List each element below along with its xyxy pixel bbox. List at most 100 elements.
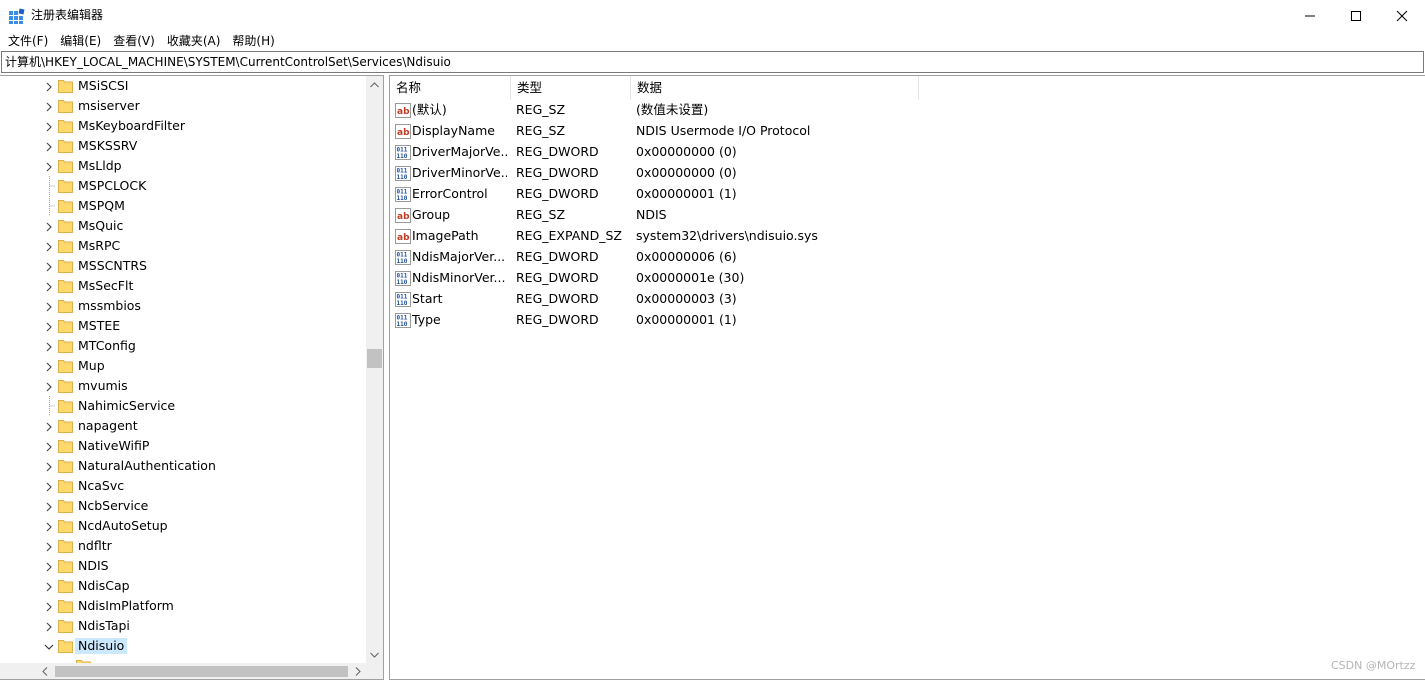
tree-item[interactable]: MsRPC [0,236,366,256]
folder-icon [58,459,73,473]
chevron-right-icon [355,667,361,676]
tree-item[interactable]: MSPQM [0,196,366,216]
tree-item[interactable]: MsQuic [0,216,366,236]
chevron-right-icon[interactable] [44,581,54,592]
tree-item[interactable]: NdisTapi [0,616,366,636]
chevron-right-icon[interactable] [44,141,54,152]
column-header-name[interactable]: 名称 [390,76,511,100]
chevron-right-icon[interactable] [44,501,54,512]
chevron-right-icon[interactable] [44,241,54,252]
value-row[interactable]: ab (默认) REG_SZ (数值未设置) [390,100,1290,121]
tree-item[interactable]: MSSCNTRS [0,256,366,276]
chevron-right-icon[interactable] [44,461,54,472]
tree-item[interactable]: NdisImPlatform [0,596,366,616]
chevron-right-icon[interactable] [44,421,54,432]
chevron-right-icon[interactable] [44,561,54,572]
tree-item-label: NaturalAuthentication [78,458,216,473]
folder-icon [58,339,73,353]
tree-item[interactable]: msiserver [0,96,366,116]
value-row[interactable]: ab ImagePath REG_EXPAND_SZ system32\drivers… [390,226,1290,247]
tree-item[interactable]: MTConfig [0,336,366,356]
value-row[interactable]: ab DisplayName REG_SZ NDIS Usermode I/O Pro… [390,121,1290,142]
tree-item[interactable]: mvumis [0,376,366,396]
tree-horizontal-scrollbar[interactable] [0,663,366,679]
tree-item[interactable]: NativeWifiP [0,436,366,456]
tree-item[interactable]: MsLldp [0,156,366,176]
value-data: 0x00000001 (1) [636,312,737,327]
chevron-right-icon[interactable] [44,161,54,172]
tree-item[interactable]: Mup [0,356,366,376]
chevron-right-icon[interactable] [44,221,54,232]
tree-item[interactable]: mssmbios [0,296,366,316]
chevron-right-icon[interactable] [44,541,54,552]
chevron-right-icon[interactable] [44,261,54,272]
tree-item[interactable]: MSKSSRV [0,136,366,156]
chevron-right-icon[interactable] [44,621,54,632]
tree-item[interactable]: MSPCLOCK [0,176,366,196]
chevron-right-icon[interactable] [44,281,54,292]
tree-item[interactable]: MSiSCSI [0,76,366,96]
menu-file[interactable]: 文件(F) [3,32,53,50]
value-row[interactable]: 011 110 Type REG_DWORD 0x00000001 (1) [390,310,1290,331]
menu-help[interactable]: 帮助(H) [227,32,279,50]
tree-item[interactable]: napagent [0,416,366,436]
maximize-button[interactable] [1333,0,1379,31]
scroll-down-button[interactable] [366,646,383,663]
close-button[interactable] [1379,0,1425,31]
chevron-right-icon[interactable] [44,481,54,492]
chevron-right-icon[interactable] [44,521,54,532]
value-type: REG_DWORD [516,312,599,327]
address-bar[interactable]: 计算机\HKEY_LOCAL_MACHINE\SYSTEM\CurrentCon… [1,51,1424,73]
minimize-button[interactable] [1287,0,1333,31]
tree-item[interactable]: NahimicService [0,396,366,416]
tree-item[interactable]: NDIS [0,556,366,576]
value-row[interactable]: ab Group REG_SZ NDIS [390,205,1290,226]
chevron-right-icon[interactable] [44,601,54,612]
menu-view[interactable]: 查看(V) [108,32,160,50]
value-row[interactable]: 011 110 ErrorControl REG_DWORD 0x00000001 (1… [390,184,1290,205]
chevron-right-icon[interactable] [44,301,54,312]
tree-item-label: NcdAutoSetup [78,518,168,533]
value-row[interactable]: 011 110 DriverMajorVe... REG_DWORD 0x0000000… [390,142,1290,163]
tree-item-label: MSSCNTRS [78,258,147,273]
scroll-up-button[interactable] [366,76,383,93]
tree-item[interactable]: Ndisuio [0,636,366,656]
tree-item[interactable]: MsSecFlt [0,276,366,296]
tree-item[interactable]: NcbService [0,496,366,516]
folder-icon [58,219,73,233]
string-value-icon: ab [395,124,411,139]
scroll-right-button[interactable] [349,663,366,679]
tree-item[interactable]: NaturalAuthentication [0,456,366,476]
column-header-type[interactable]: 类型 [511,76,631,100]
tree-item[interactable]: MsKeyboardFilter [0,116,366,136]
chevron-right-icon[interactable] [44,341,54,352]
tree-vertical-scrollbar[interactable] [366,76,383,663]
vertical-scroll-thumb[interactable] [367,349,382,368]
value-row[interactable]: 011 110 DriverMinorVe... REG_DWORD 0x0000000… [390,163,1290,184]
tree-item-label: MsKeyboardFilter [78,118,186,133]
chevron-right-icon[interactable] [44,81,54,92]
tree-item[interactable]: NcdAutoSetup [0,516,366,536]
scroll-left-button[interactable] [36,663,53,679]
horizontal-scroll-thumb[interactable] [55,666,348,677]
chevron-right-icon[interactable] [44,121,54,132]
chevron-right-icon[interactable] [44,381,54,392]
tree-item[interactable]: ndfltr [0,536,366,556]
chevron-right-icon[interactable] [44,441,54,452]
tree-item[interactable]: MSTEE [0,316,366,336]
tree-item[interactable]: NcaSvc [0,476,366,496]
chevron-right-icon[interactable] [44,321,54,332]
value-type: REG_SZ [516,207,566,222]
value-row[interactable]: 011 110 NdisMinorVer... REG_DWORD 0x0000001e… [390,268,1290,289]
menu-favorites[interactable]: 收藏夹(A) [162,32,226,50]
chevron-right-icon[interactable] [44,101,54,112]
chevron-down-icon[interactable] [44,641,54,651]
chevron-right-icon[interactable] [44,361,54,372]
folder-icon [58,559,73,573]
value-row[interactable]: 011 110 NdisMajorVer... REG_DWORD 0x00000006… [390,247,1290,268]
value-row[interactable]: 011 110 Start REG_DWORD 0x00000003 (3) [390,289,1290,310]
value-name: (默认) [412,102,447,117]
menu-edit[interactable]: 编辑(E) [55,32,106,50]
tree-item[interactable]: NdisCap [0,576,366,596]
column-header-data[interactable]: 数据 [631,76,919,100]
